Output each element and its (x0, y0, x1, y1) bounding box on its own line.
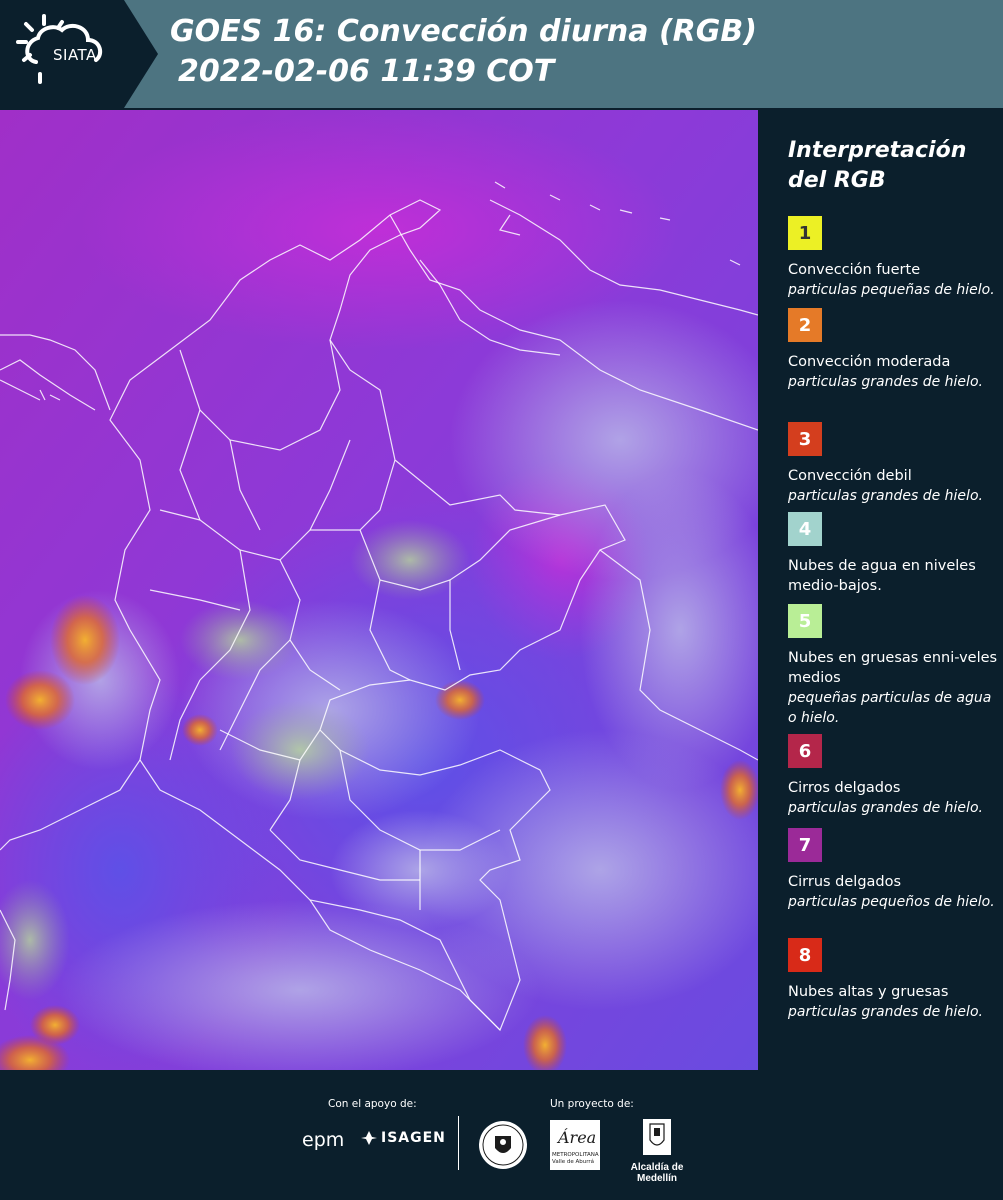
alcaldia-logo[interactable]: Alcaldía de Medellín (612, 1118, 702, 1184)
area-logo-word: Área (558, 1128, 597, 1147)
legend-desc: particulas pequeños de hielo. (788, 894, 995, 910)
legend-item-2: 2 Convección moderada particulas grandes… (788, 308, 1000, 392)
legend-label: Nubes de agua en niveles medio-bajos. (788, 558, 976, 594)
legend-label: Convección debil (788, 468, 912, 484)
legend-item-6: 6 Cirros delgados particulas grandes de … (788, 734, 1000, 818)
medellin-seal-icon[interactable] (478, 1120, 528, 1170)
header-bar: SIATA GOES 16: Convección diurna (RGB) 2… (0, 0, 1003, 108)
satellite-image (0, 110, 758, 1070)
legend-desc: particulas grandes de hielo. (788, 800, 983, 816)
isagen-logo[interactable]: ISAGEN (360, 1130, 446, 1146)
medellin-shield-icon (643, 1119, 671, 1155)
area-metropolitana-logo[interactable]: Área METROPOLITANA Valle de Aburrá (550, 1120, 600, 1170)
legend-item-3: 3 Convección debil particulas grandes de… (788, 422, 1000, 506)
alcaldia-text: Alcaldía de Medellín (630, 1162, 684, 1184)
isagen-mark-icon (361, 1131, 377, 1145)
support-label: Con el apoyo de: (328, 1098, 417, 1110)
legend-desc: pequeñas particulas de agua o hielo. (788, 690, 992, 726)
timestamp: 2022-02-06 11:39 COT (178, 54, 555, 89)
legend-label: Cirrus delgados (788, 874, 902, 890)
siata-logo[interactable]: SIATA (0, 0, 158, 108)
legend-swatch-5: 5 (788, 604, 822, 638)
legend-item-4: 4 Nubes de agua en niveles medio-bajos. (788, 512, 1000, 596)
page-title: GOES 16: Convección diurna (RGB) (170, 14, 757, 49)
project-label: Un proyecto de: (550, 1098, 634, 1110)
legend-desc: particulas pequeñas de hielo. (788, 282, 995, 298)
footer-divider (458, 1116, 459, 1170)
legend-swatch-2: 2 (788, 308, 822, 342)
legend-swatch-4: 4 (788, 512, 822, 546)
legend-title: Interpretación del RGB (788, 138, 967, 193)
legend-label: Nubes en gruesas enni-veles medios (788, 650, 998, 686)
legend-label: Nubes altas y gruesas (788, 984, 949, 1000)
isagen-logo-text: ISAGEN (381, 1130, 446, 1146)
legend-label: Convección moderada (788, 354, 951, 370)
legend-desc: particulas grandes de hielo. (788, 374, 983, 390)
legend-desc: particulas grandes de hielo. (788, 488, 983, 504)
legend-label: Cirros delgados (788, 780, 901, 796)
epm-logo[interactable]: epm (302, 1129, 344, 1151)
legend-item-8: 8 Nubes altas y gruesas particulas grand… (788, 938, 1000, 1022)
legend-item-1: 1 Convección fuerte particulas pequeñas … (788, 216, 1000, 300)
legend-swatch-7: 7 (788, 828, 822, 862)
siata-logo-text: SIATA (53, 46, 97, 64)
legend-item-5: 5 Nubes en gruesas enni-veles medios peq… (788, 604, 1000, 728)
legend-swatch-1: 1 (788, 216, 822, 250)
legend-panel: Interpretación del RGB 1 Convección fuer… (762, 110, 1003, 1070)
legend-swatch-3: 3 (788, 422, 822, 456)
legend-swatch-6: 6 (788, 734, 822, 768)
legend-label: Convección fuerte (788, 262, 921, 278)
legend-swatch-8: 8 (788, 938, 822, 972)
footer: Con el apoyo de: Un proyecto de: epm ISA… (0, 1070, 1003, 1200)
area-logo-sub: METROPOLITANA Valle de Aburrá (552, 1152, 599, 1165)
legend-desc: particulas grandes de hielo. (788, 1004, 983, 1020)
legend-item-7: 7 Cirrus delgados particulas pequeños de… (788, 828, 1000, 912)
